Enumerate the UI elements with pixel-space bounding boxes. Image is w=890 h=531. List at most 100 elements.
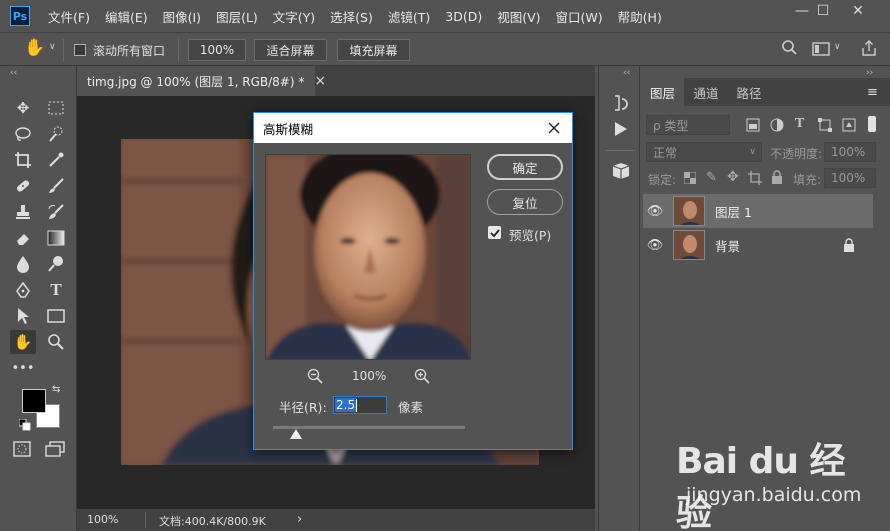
radius-slider-thumb[interactable] — [290, 429, 303, 439]
clone-stamp-tool-icon[interactable] — [10, 200, 36, 224]
menu-edit[interactable]: 编辑(E) — [105, 7, 148, 26]
preview-checkbox[interactable] — [488, 226, 501, 239]
filter-adjustment-icon[interactable] — [770, 118, 784, 135]
dodge-tool-icon[interactable] — [43, 252, 69, 276]
rectangle-tool-icon[interactable] — [43, 304, 69, 328]
pen-tool-icon[interactable] — [10, 278, 36, 302]
layer-kind-filter[interactable]: ρ 类型 — [646, 115, 730, 135]
visibility-eye-icon[interactable]: 👁 — [643, 238, 667, 253]
share-icon[interactable] — [860, 39, 878, 60]
default-colors-icon[interactable] — [18, 418, 31, 434]
tools-panel: ‹‹ ✥ T ✋ ••• ⇆ — [0, 66, 77, 531]
filter-type-icon[interactable]: T — [795, 116, 804, 132]
tool-preset-chevron-icon[interactable]: ∨ — [49, 42, 56, 52]
document-tab-close-icon[interactable]: × — [314, 73, 326, 89]
gradient-tool-icon[interactable] — [43, 226, 69, 250]
menu-image[interactable]: 图像(I) — [163, 7, 201, 26]
reset-button[interactable]: 复位 — [487, 189, 563, 215]
document-tab[interactable]: timg.jpg @ 100% (图层 1, RGB/8#) * × — [77, 66, 326, 96]
blur-preview[interactable] — [265, 154, 471, 360]
maximize-button[interactable]: ☐ — [805, 0, 841, 22]
crop-tool-icon[interactable] — [10, 148, 36, 172]
dock-collapse-icon[interactable]: ‹‹ — [623, 68, 630, 78]
filter-shape-icon[interactable] — [818, 118, 832, 135]
layer-name[interactable]: 图层 1 — [715, 202, 752, 221]
panel-divider — [605, 150, 635, 151]
ok-button[interactable]: 确定 — [487, 154, 563, 180]
tab-channels[interactable]: 通道 — [686, 78, 726, 106]
visibility-eye-icon[interactable]: 👁 — [643, 204, 667, 219]
close-window-button[interactable]: ✕ — [840, 0, 876, 22]
tab-paths[interactable]: 路径 — [729, 78, 769, 106]
workspace-chevron-icon[interactable]: ∨ — [834, 42, 841, 52]
menu-filter[interactable]: 滤镜(T) — [388, 7, 430, 26]
eraser-tool-icon[interactable] — [10, 226, 36, 250]
dialog-close-icon[interactable] — [544, 118, 564, 138]
quick-mask-icon[interactable] — [13, 441, 31, 460]
chevron-down-icon: ∨ — [749, 147, 756, 157]
menu-layer[interactable]: 图层(L) — [216, 7, 258, 26]
filter-smart-object-icon[interactable] — [842, 118, 856, 135]
type-tool-icon[interactable]: T — [43, 278, 69, 302]
fit-screen-button[interactable]: 适合屏幕 — [254, 39, 327, 61]
fill-field[interactable]: 100% — [824, 168, 876, 188]
lock-image-icon[interactable]: ✎ — [706, 170, 717, 185]
toolbar-collapse-icon[interactable]: ‹‹ — [10, 68, 17, 78]
layer-row-layer1[interactable]: 👁 图层 1 — [643, 194, 873, 228]
marquee-tool-icon[interactable] — [43, 96, 69, 120]
menu-window[interactable]: 窗口(W) — [556, 7, 603, 26]
layers-panel: ›› 图层 通道 路径 ≡ ρ 类型 T 正常 ∨ 不透明度: 100% 锁定:… — [641, 66, 890, 531]
hand-tool-icon[interactable]: ✋ — [24, 38, 45, 58]
blend-mode-select[interactable]: 正常 ∨ — [646, 142, 762, 162]
radius-input[interactable]: 2.5 — [333, 396, 387, 414]
filter-toggle[interactable] — [868, 116, 876, 132]
filter-pixel-icon[interactable] — [746, 118, 760, 135]
lock-all-icon[interactable] — [771, 170, 783, 187]
dialog-title-bar[interactable]: 高斯模糊 — [254, 113, 572, 143]
hand-tool-icon[interactable]: ✋ — [10, 330, 36, 354]
workspace-icon[interactable] — [812, 41, 830, 60]
quick-selection-tool-icon[interactable] — [43, 122, 69, 146]
zoom-tool-icon[interactable] — [43, 330, 69, 354]
3d-panel-icon[interactable] — [611, 162, 631, 183]
eyedropper-tool-icon[interactable] — [43, 148, 69, 172]
fill-screen-button[interactable]: 填充屏幕 — [337, 39, 410, 61]
more-tools-icon[interactable]: ••• — [10, 356, 36, 380]
brush-tool-icon[interactable] — [43, 174, 69, 198]
lasso-tool-icon[interactable] — [10, 122, 36, 146]
path-selection-tool-icon[interactable] — [10, 304, 36, 328]
scroll-all-windows-checkbox[interactable] — [74, 44, 86, 56]
zoom-out-icon[interactable] — [307, 368, 323, 387]
lock-transparent-icon[interactable] — [683, 171, 697, 187]
menu-select[interactable]: 选择(S) — [330, 7, 373, 26]
layer-name[interactable]: 背景 — [715, 236, 740, 255]
panel-menu-icon[interactable]: ≡ — [867, 85, 878, 100]
foreground-color-swatch[interactable] — [22, 389, 46, 413]
zoom-in-icon[interactable] — [414, 368, 430, 387]
lock-position-icon[interactable]: ✥ — [727, 169, 739, 185]
menu-type[interactable]: 文字(Y) — [273, 7, 315, 26]
options-divider — [178, 39, 179, 61]
menu-3d[interactable]: 3D(D) — [445, 9, 482, 24]
swap-colors-icon[interactable]: ⇆ — [52, 384, 60, 395]
status-menu-arrow[interactable]: › — [297, 512, 302, 527]
dialog-title: 高斯模糊 — [263, 121, 314, 137]
actions-play-icon[interactable] — [614, 121, 628, 140]
search-icon[interactable] — [781, 39, 799, 60]
status-zoom[interactable]: 100% — [87, 513, 118, 526]
menu-file[interactable]: 文件(F) — [48, 7, 90, 26]
layer-row-background[interactable]: 👁 背景 — [643, 228, 873, 262]
healing-brush-tool-icon[interactable] — [10, 174, 36, 198]
screen-mode-icon[interactable] — [45, 441, 65, 460]
history-brush-tool-icon[interactable] — [43, 200, 69, 224]
panel-collapse-icon[interactable]: ›› — [866, 68, 873, 78]
history-panel-icon[interactable] — [612, 93, 630, 116]
blur-tool-icon[interactable] — [10, 252, 36, 276]
move-tool-icon[interactable]: ✥ — [10, 96, 36, 120]
zoom-value-field[interactable]: 100% — [188, 39, 246, 61]
tab-layers[interactable]: 图层 — [641, 78, 684, 106]
menu-view[interactable]: 视图(V) — [497, 7, 540, 26]
menu-help[interactable]: 帮助(H) — [618, 7, 662, 26]
lock-artboard-icon[interactable] — [748, 171, 762, 188]
opacity-field[interactable]: 100% — [824, 142, 876, 162]
